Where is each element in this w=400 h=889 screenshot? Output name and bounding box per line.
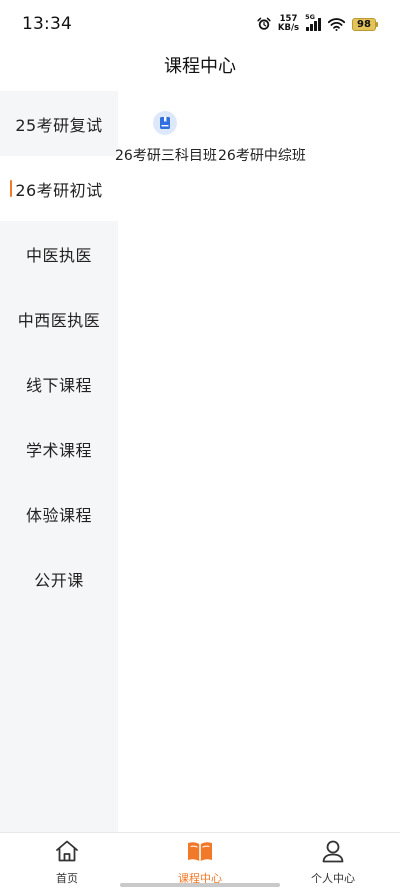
sidebar-item-label: 学术课程 [25, 440, 92, 460]
network-speed: 157 KB/s [278, 15, 299, 33]
tab-label: 首页 [56, 872, 78, 885]
sidebar-item-offline[interactable]: 线下课程 [0, 351, 118, 416]
open-book-icon [186, 839, 214, 867]
sidebar-item-label: 25考研复试 [15, 115, 103, 135]
sidebar-item-label: 中医执医 [25, 245, 92, 265]
tab-course-center[interactable]: 课程中心 [133, 839, 267, 885]
signal-icon: 5G [305, 13, 321, 31]
page-title: 课程中心 [164, 56, 236, 77]
status-time: 13:34 [22, 14, 72, 34]
page-header: 课程中心 [0, 48, 400, 90]
sidebar-item-academic[interactable]: 学术课程 [0, 416, 118, 481]
sidebar-item-label: 线下课程 [25, 375, 92, 395]
network-speed-unit: KB/s [277, 23, 300, 33]
sidebar-item-label: 中西医执医 [17, 310, 101, 330]
sidebar-item-open[interactable]: 公开课 [0, 546, 118, 611]
course-content [118, 91, 400, 832]
status-icons: 157 KB/s 5G 98 [257, 13, 378, 34]
sidebar-item-label: 公开课 [34, 570, 84, 590]
tab-home[interactable]: 首页 [0, 839, 134, 885]
alarm-icon [257, 17, 271, 31]
app-screen: 13:34 157 KB/s 5G 98 课程中心 25考研复试 26考研初试 … [0, 0, 400, 889]
sidebar-item-integrated-license[interactable]: 中西医执医 [0, 286, 118, 351]
person-icon [320, 839, 346, 867]
sidebar-item-25-retest[interactable]: 25考研复试 [0, 91, 118, 156]
signal-generation: 5G [305, 13, 315, 21]
sidebar-item-label: 26考研初试 [15, 180, 103, 200]
wifi-icon [328, 17, 345, 31]
active-indicator [10, 180, 12, 197]
sidebar-item-tcm-license[interactable]: 中医执医 [0, 221, 118, 286]
sidebar-item-label: 体验课程 [25, 505, 92, 525]
book-icon [153, 111, 177, 135]
course-label[interactable]: 26考研中综班 [218, 145, 306, 165]
bottom-tab-bar: 首页 课程中心 个人中心 [0, 832, 400, 889]
category-sidebar: 25考研复试 26考研初试 中医执医 中西医执医 线下课程 学术课程 体验课程 … [0, 91, 118, 832]
status-bar: 13:34 157 KB/s 5G 98 [0, 0, 400, 48]
course-label[interactable]: 26考研三科目班 [115, 145, 217, 165]
tab-profile[interactable]: 个人中心 [266, 839, 400, 885]
sidebar-item-26-initial[interactable]: 26考研初试 [0, 156, 118, 221]
home-gesture-bar[interactable] [120, 883, 280, 887]
sidebar-item-trial[interactable]: 体验课程 [0, 481, 118, 546]
home-icon [54, 839, 80, 867]
battery-icon: 98 [352, 17, 378, 31]
battery-level: 98 [352, 17, 376, 31]
tab-label: 个人中心 [311, 872, 355, 885]
